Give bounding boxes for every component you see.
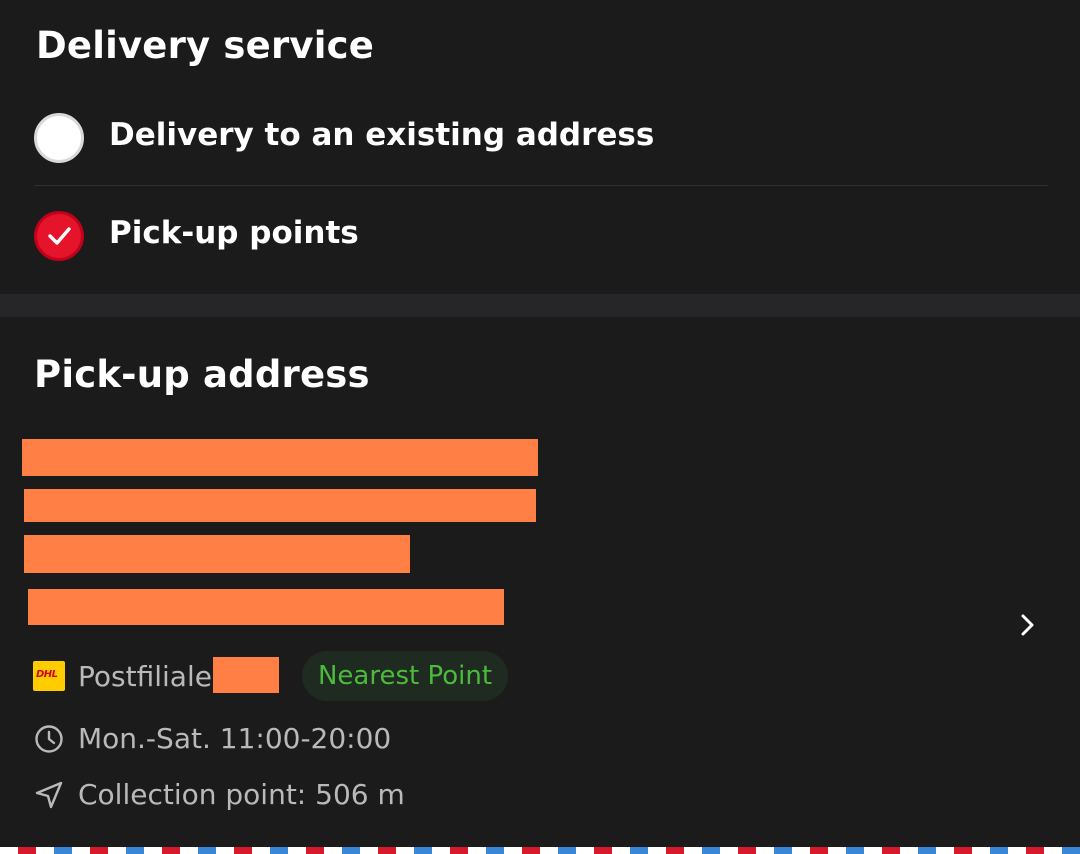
navigation-arrow-icon [34, 780, 64, 814]
chevron-right-icon[interactable] [1014, 610, 1040, 640]
airmail-stripe [0, 847, 1080, 854]
provider-name: Postfiliale [78, 660, 212, 693]
delivery-service-section: Delivery service Delivery to an existing… [0, 0, 1080, 294]
redacted-address-line-1 [22, 439, 538, 476]
delivery-service-title: Delivery service [36, 24, 375, 67]
nearest-point-badge: Nearest Point [302, 651, 508, 701]
option-pickup-points[interactable]: Pick-up points [0, 195, 1080, 275]
radio-unselected[interactable] [34, 113, 84, 163]
option-delivery-existing-address[interactable]: Delivery to an existing address [0, 97, 1080, 177]
dhl-logo-icon: DHL [33, 661, 65, 691]
radio-selected[interactable] [34, 211, 84, 261]
redacted-address-line-4 [28, 589, 504, 625]
pickup-address-section[interactable] [0, 317, 1080, 847]
pickup-address-title: Pick-up address [34, 353, 370, 396]
redacted-address-line-2 [24, 489, 536, 522]
dhl-logo-text: DHL [36, 669, 58, 680]
section-separator [0, 294, 1080, 317]
redacted-address-line-3 [24, 535, 410, 573]
option-label-existing-address[interactable]: Delivery to an existing address [109, 117, 654, 153]
clock-icon [34, 724, 64, 758]
collection-point-distance: Collection point: 506 m [78, 778, 405, 811]
option-label-pickup-points[interactable]: Pick-up points [109, 215, 359, 251]
redacted-provider-id [213, 657, 279, 693]
nearest-point-badge-label: Nearest Point [317, 661, 493, 691]
opening-hours: Mon.-Sat. 11:00-20:00 [78, 722, 392, 755]
option-divider [34, 185, 1048, 186]
